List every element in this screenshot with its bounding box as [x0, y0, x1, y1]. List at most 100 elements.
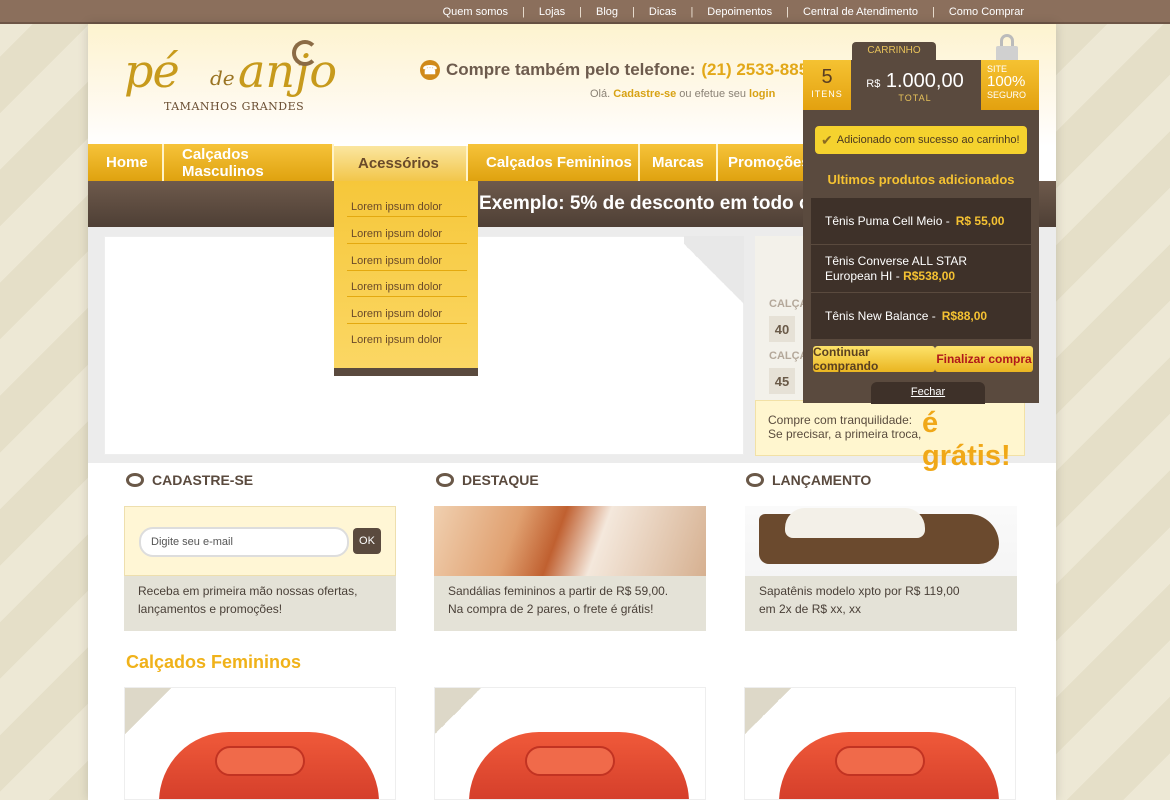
ok-button[interactable]: OK: [353, 528, 381, 554]
shoe-shape: [785, 508, 925, 538]
top-link-depoimentos[interactable]: Depoimentos: [707, 6, 772, 18]
login-line: Olá. Cadastre-se ou efetue seu login: [590, 88, 775, 100]
total-value: 1.000,00: [885, 70, 964, 92]
womens-section-title: Calçados Femininos: [126, 652, 302, 672]
signup-box: Digite seu e-mail OK: [124, 506, 396, 576]
login-middle: ou efetue seu: [679, 88, 746, 100]
logo-pe: pé: [124, 44, 180, 98]
product-price: R$88,00: [941, 308, 988, 323]
product-name: Tênis Puma Cell Meio: [825, 213, 943, 228]
shoe-bow: [835, 746, 925, 776]
separator: |: [690, 6, 694, 18]
dropdown-item[interactable]: Lorem ipsum dolor: [347, 218, 467, 244]
shoe-bow: [525, 746, 615, 776]
product-card[interactable]: [744, 687, 1016, 800]
dropdown-footer: [334, 368, 478, 376]
desc-line: em 2x de R$ xx, xx: [759, 602, 862, 616]
card-fold: [125, 688, 171, 734]
nav-marcas[interactable]: Marcas: [640, 144, 718, 181]
success-message: ✔ Adicionado com sucesso ao carrinho!: [815, 126, 1027, 154]
cart-header: 5 ITENS R$ 1.000,00 TOTAL SITE 100% SEGU…: [803, 60, 1039, 110]
swirl-icon: [292, 40, 318, 66]
email-field[interactable]: Digite seu e-mail: [139, 527, 349, 557]
product-price: R$ 55,00: [955, 213, 1005, 228]
dropdown-item[interactable]: Lorem ipsum dolor: [347, 271, 467, 297]
free-line-1: Compre com tranquilidade:: [768, 413, 913, 427]
logo-de: de: [210, 66, 235, 90]
launch-section: LANÇAMENTO: [746, 472, 1018, 488]
cart-panel: CARRINHO 5 ITENS R$ 1.000,00 TOTAL SITE …: [802, 34, 1040, 404]
separator: |: [931, 6, 935, 18]
desc-line: Receba em primeira mão nossas ofertas,: [138, 584, 358, 598]
cart-items-count: 5: [821, 66, 833, 88]
recent-title: Ultimos produtos adicionados: [827, 172, 1015, 187]
top-link-quem-somos[interactable]: Quem somos: [443, 6, 508, 18]
top-link-dicas[interactable]: Dicas: [649, 6, 677, 18]
cart-product[interactable]: Tênis Converse ALL STAR European HI - R$…: [811, 245, 1031, 292]
swirl-icon: [436, 473, 454, 487]
dropdown-item[interactable]: Lorem ipsum dolor: [347, 191, 467, 217]
size-box[interactable]: 40: [769, 316, 795, 342]
top-links: Quem somos | Lojas | Blog | Dicas | Depoimen…: [443, 0, 1024, 24]
register-link[interactable]: Cadastre-se: [613, 88, 676, 100]
continue-shopping-button[interactable]: Continuar comprando: [813, 345, 935, 373]
nav-promocoes[interactable]: Promoções: [718, 144, 810, 181]
lock-icon: [996, 34, 1018, 62]
page-container: pé de anjo TAMANHOS GRANDES ☎ Compre tam…: [88, 24, 1056, 800]
nav-home[interactable]: Home: [88, 144, 164, 181]
card-fold: [435, 688, 481, 734]
section-title: CADASTRE-SE: [152, 472, 254, 488]
logo-anjo: anjo: [238, 44, 338, 98]
cart-items-label: ITENS: [811, 89, 843, 99]
login-link[interactable]: login: [749, 88, 775, 100]
featured-section: DESTAQUE: [436, 472, 708, 488]
total-label: TOTAL: [898, 93, 932, 103]
phone-icon: ☎: [420, 60, 440, 80]
top-link-como-comprar[interactable]: Como Comprar: [949, 6, 1024, 18]
cart-tab[interactable]: CARRINHO: [852, 42, 936, 60]
section-title: LANÇAMENTO: [772, 472, 872, 488]
card-fold: [745, 688, 791, 734]
currency: R$: [866, 78, 881, 90]
top-link-central[interactable]: Central de Atendimento: [803, 6, 918, 18]
top-bar: Quem somos | Lojas | Blog | Dicas | Depoimen…: [0, 0, 1170, 24]
free-exchange-text: Compre com tranquilidade: Se precisar, a…: [768, 413, 921, 441]
desc-line: Sapatênis modelo xpto por R$ 119,00: [759, 584, 960, 598]
nav-calcados-masculinos[interactable]: Calçados Masculinos: [164, 144, 334, 181]
section-title: DESTAQUE: [462, 472, 539, 488]
free-exchange-banner: Compre com tranquilidade: Se precisar, a…: [755, 400, 1025, 472]
logo[interactable]: pé de anjo TAMANHOS GRANDES: [110, 38, 337, 128]
size-box[interactable]: 45: [769, 368, 795, 394]
top-link-lojas[interactable]: Lojas: [539, 6, 565, 18]
product-card[interactable]: [124, 687, 396, 800]
success-text: Adicionado com sucesso ao carrinho!: [836, 134, 1020, 146]
cart-product[interactable]: Tênis Puma Cell Meio - R$ 55,00: [811, 198, 1031, 244]
nav-acessorios[interactable]: Acessórios: [334, 146, 468, 181]
product-card[interactable]: [434, 687, 706, 800]
cart-items: 5 ITENS: [803, 60, 851, 110]
dropdown-item[interactable]: Lorem ipsum dolor: [347, 324, 467, 350]
signup-section: CADASTRE-SE: [126, 472, 398, 488]
launch-image[interactable]: [745, 506, 1017, 576]
secure-pct: 100%: [987, 73, 1026, 90]
checkout-button[interactable]: Finalizar compra: [935, 346, 1033, 372]
phone-label: Compre também pelo telefone:: [446, 60, 696, 79]
desc-line: Na compra de 2 pares, o frete é grátis!: [448, 602, 654, 616]
secure-bottom: SEGURO: [987, 90, 1027, 100]
featured-desc: Sandálias femininos a partir de R$ 59,00…: [434, 576, 706, 631]
cart-body: ✔ Adicionado com sucesso ao carrinho! Ul…: [803, 110, 1039, 404]
top-link-blog[interactable]: Blog: [596, 6, 618, 18]
phone-number: (21) 2533-8855: [701, 60, 818, 79]
product-name: Tênis New Balance: [825, 308, 929, 323]
nav-calcados-femininos[interactable]: Calçados Femininos: [468, 144, 640, 181]
close-cart-button[interactable]: Fechar: [871, 382, 985, 404]
separator: |: [579, 6, 583, 18]
logo-tagline: TAMANHOS GRANDES: [164, 100, 305, 113]
secure-badge: SITE 100% SEGURO: [981, 60, 1039, 110]
cart-product[interactable]: Tênis New Balance - R$88,00: [811, 293, 1031, 339]
featured-image[interactable]: [434, 506, 706, 576]
separator: |: [786, 6, 789, 18]
accessories-dropdown: Lorem ipsum dolor Lorem ipsum dolor Lore…: [334, 181, 478, 376]
dropdown-item[interactable]: Lorem ipsum dolor: [347, 298, 467, 324]
dropdown-item[interactable]: Lorem ipsum dolor: [347, 245, 467, 271]
